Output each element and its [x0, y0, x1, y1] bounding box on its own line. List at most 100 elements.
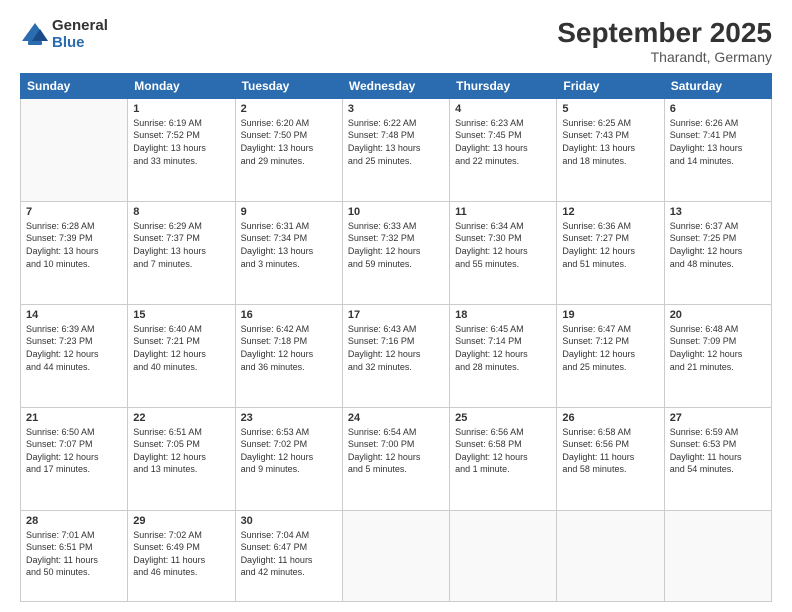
- week-row: 21 Sunrise: 6:50 AM Sunset: 7:07 PM Dayli…: [21, 407, 772, 510]
- day-info: Sunrise: 6:22 AM Sunset: 7:48 PM Dayligh…: [348, 117, 444, 167]
- calendar-cell: 17Sunrise: 6:43 AM Sunset: 7:16 PM Dayli…: [342, 304, 449, 407]
- page: General Blue September 2025 Tharandt, Ge…: [0, 0, 792, 612]
- calendar-cell: 3 Sunrise: 6:22 AM Sunset: 7:48 PM Daylig…: [342, 98, 449, 201]
- day-number: 10: [348, 206, 444, 218]
- day-info: Sunrise: 6:40 AM Sunset: 7:21 PM Dayligh…: [133, 323, 229, 373]
- day-info: Sunrise: 6:53 AM Sunset: 7:02 PM Dayligh…: [241, 426, 337, 476]
- calendar-cell: 11 Sunrise: 6:34 AM Sunset: 7:30 PM Dayli…: [450, 201, 557, 304]
- calendar-cell: 10Sunrise: 6:33 AM Sunset: 7:32 PM Dayli…: [342, 201, 449, 304]
- day-info: Sunrise: 6:43 AM Sunset: 7:16 PM Dayligh…: [348, 323, 444, 373]
- day-info: Sunrise: 6:56 AM Sunset: 6:58 PM Dayligh…: [455, 426, 551, 476]
- day-info: Sunrise: 6:50 AM Sunset: 7:07 PM Dayligh…: [26, 426, 122, 476]
- calendar-cell: 6 Sunrise: 6:26 AM Sunset: 7:41 PM Daylig…: [664, 98, 771, 201]
- day-info: Sunrise: 6:54 AM Sunset: 7:00 PM Dayligh…: [348, 426, 444, 476]
- day-number: 13: [670, 206, 766, 218]
- day-number: 1: [133, 103, 229, 115]
- calendar-cell: [342, 510, 449, 601]
- calendar-cell: 5 Sunrise: 6:25 AM Sunset: 7:43 PM Daylig…: [557, 98, 664, 201]
- day-number: 5: [562, 103, 658, 115]
- logo-text: General Blue: [52, 18, 108, 51]
- calendar-cell: 18Sunrise: 6:45 AM Sunset: 7:14 PM Dayli…: [450, 304, 557, 407]
- week-row: 1 Sunrise: 6:19 AM Sunset: 7:52 PM Daylig…: [21, 98, 772, 201]
- day-number: 6: [670, 103, 766, 115]
- day-number: 25: [455, 412, 551, 424]
- calendar-cell: 16 Sunrise: 6:42 AM Sunset: 7:18 PM Dayli…: [235, 304, 342, 407]
- weekday-header-row: SundayMondayTuesdayWednesdayThursdayFrid…: [21, 73, 772, 98]
- day-info: Sunrise: 7:02 AM Sunset: 6:49 PM Dayligh…: [133, 529, 229, 579]
- calendar-cell: 4 Sunrise: 6:23 AM Sunset: 7:45 PM Daylig…: [450, 98, 557, 201]
- day-number: 4: [455, 103, 551, 115]
- day-number: 19: [562, 309, 658, 321]
- day-number: 2: [241, 103, 337, 115]
- day-number: 8: [133, 206, 229, 218]
- day-info: Sunrise: 6:48 AM Sunset: 7:09 PM Dayligh…: [670, 323, 766, 373]
- calendar-cell: 28 Sunrise: 7:01 AM Sunset: 6:51 PM Dayli…: [21, 510, 128, 601]
- calendar-cell: 7 Sunrise: 6:28 AM Sunset: 7:39 PM Daylig…: [21, 201, 128, 304]
- weekday-header: Saturday: [664, 73, 771, 98]
- calendar-cell: [21, 98, 128, 201]
- calendar-cell: 29 Sunrise: 7:02 AM Sunset: 6:49 PM Dayli…: [128, 510, 235, 601]
- header: General Blue September 2025 Tharandt, Ge…: [20, 18, 772, 65]
- calendar-cell: 13Sunrise: 6:37 AM Sunset: 7:25 PM Dayli…: [664, 201, 771, 304]
- day-number: 14: [26, 309, 122, 321]
- weekday-header: Tuesday: [235, 73, 342, 98]
- week-row: 14 Sunrise: 6:39 AM Sunset: 7:23 PM Dayli…: [21, 304, 772, 407]
- day-info: Sunrise: 6:29 AM Sunset: 7:37 PM Dayligh…: [133, 220, 229, 270]
- calendar-table: SundayMondayTuesdayWednesdayThursdayFrid…: [20, 73, 772, 602]
- day-info: Sunrise: 6:47 AM Sunset: 7:12 PM Dayligh…: [562, 323, 658, 373]
- weekday-header: Wednesday: [342, 73, 449, 98]
- day-number: 15: [133, 309, 229, 321]
- day-info: Sunrise: 6:25 AM Sunset: 7:43 PM Dayligh…: [562, 117, 658, 167]
- calendar-cell: 15 Sunrise: 6:40 AM Sunset: 7:21 PM Dayli…: [128, 304, 235, 407]
- day-info: Sunrise: 6:58 AM Sunset: 6:56 PM Dayligh…: [562, 426, 658, 476]
- title-block: September 2025 Tharandt, Germany: [557, 18, 772, 65]
- day-number: 9: [241, 206, 337, 218]
- day-info: Sunrise: 6:20 AM Sunset: 7:50 PM Dayligh…: [241, 117, 337, 167]
- day-info: Sunrise: 6:59 AM Sunset: 6:53 PM Dayligh…: [670, 426, 766, 476]
- calendar-cell: 19 Sunrise: 6:47 AM Sunset: 7:12 PM Dayli…: [557, 304, 664, 407]
- logo-blue: Blue: [52, 35, 108, 52]
- day-info: Sunrise: 6:31 AM Sunset: 7:34 PM Dayligh…: [241, 220, 337, 270]
- weekday-header: Thursday: [450, 73, 557, 98]
- calendar-cell: 9 Sunrise: 6:31 AM Sunset: 7:34 PM Daylig…: [235, 201, 342, 304]
- calendar-cell: 2 Sunrise: 6:20 AM Sunset: 7:50 PM Daylig…: [235, 98, 342, 201]
- calendar-cell: [664, 510, 771, 601]
- day-info: Sunrise: 6:36 AM Sunset: 7:27 PM Dayligh…: [562, 220, 658, 270]
- day-info: Sunrise: 6:28 AM Sunset: 7:39 PM Dayligh…: [26, 220, 122, 270]
- week-row: 7 Sunrise: 6:28 AM Sunset: 7:39 PM Daylig…: [21, 201, 772, 304]
- day-number: 16: [241, 309, 337, 321]
- day-number: 24: [348, 412, 444, 424]
- day-number: 11: [455, 206, 551, 218]
- calendar-cell: [557, 510, 664, 601]
- day-info: Sunrise: 6:39 AM Sunset: 7:23 PM Dayligh…: [26, 323, 122, 373]
- day-number: 23: [241, 412, 337, 424]
- logo-general: General: [52, 18, 108, 35]
- calendar-cell: 21 Sunrise: 6:50 AM Sunset: 7:07 PM Dayli…: [21, 407, 128, 510]
- day-info: Sunrise: 6:45 AM Sunset: 7:14 PM Dayligh…: [455, 323, 551, 373]
- calendar-cell: 12Sunrise: 6:36 AM Sunset: 7:27 PM Dayli…: [557, 201, 664, 304]
- calendar-cell: 27 Sunrise: 6:59 AM Sunset: 6:53 PM Dayli…: [664, 407, 771, 510]
- day-info: Sunrise: 7:01 AM Sunset: 6:51 PM Dayligh…: [26, 529, 122, 579]
- day-info: Sunrise: 6:19 AM Sunset: 7:52 PM Dayligh…: [133, 117, 229, 167]
- day-info: Sunrise: 6:26 AM Sunset: 7:41 PM Dayligh…: [670, 117, 766, 167]
- day-number: 7: [26, 206, 122, 218]
- day-info: Sunrise: 6:42 AM Sunset: 7:18 PM Dayligh…: [241, 323, 337, 373]
- location: Tharandt, Germany: [557, 49, 772, 65]
- day-number: 20: [670, 309, 766, 321]
- day-info: Sunrise: 6:23 AM Sunset: 7:45 PM Dayligh…: [455, 117, 551, 167]
- day-number: 21: [26, 412, 122, 424]
- calendar-cell: 26Sunrise: 6:58 AM Sunset: 6:56 PM Dayli…: [557, 407, 664, 510]
- day-info: Sunrise: 6:34 AM Sunset: 7:30 PM Dayligh…: [455, 220, 551, 270]
- calendar-cell: 1 Sunrise: 6:19 AM Sunset: 7:52 PM Daylig…: [128, 98, 235, 201]
- day-number: 27: [670, 412, 766, 424]
- day-info: Sunrise: 6:51 AM Sunset: 7:05 PM Dayligh…: [133, 426, 229, 476]
- day-number: 22: [133, 412, 229, 424]
- weekday-header: Friday: [557, 73, 664, 98]
- calendar-cell: 22 Sunrise: 6:51 AM Sunset: 7:05 PM Dayli…: [128, 407, 235, 510]
- day-number: 3: [348, 103, 444, 115]
- day-number: 30: [241, 515, 337, 527]
- day-number: 29: [133, 515, 229, 527]
- calendar-cell: 20 Sunrise: 6:48 AM Sunset: 7:09 PM Dayli…: [664, 304, 771, 407]
- day-number: 28: [26, 515, 122, 527]
- calendar-cell: 8 Sunrise: 6:29 AM Sunset: 7:37 PM Daylig…: [128, 201, 235, 304]
